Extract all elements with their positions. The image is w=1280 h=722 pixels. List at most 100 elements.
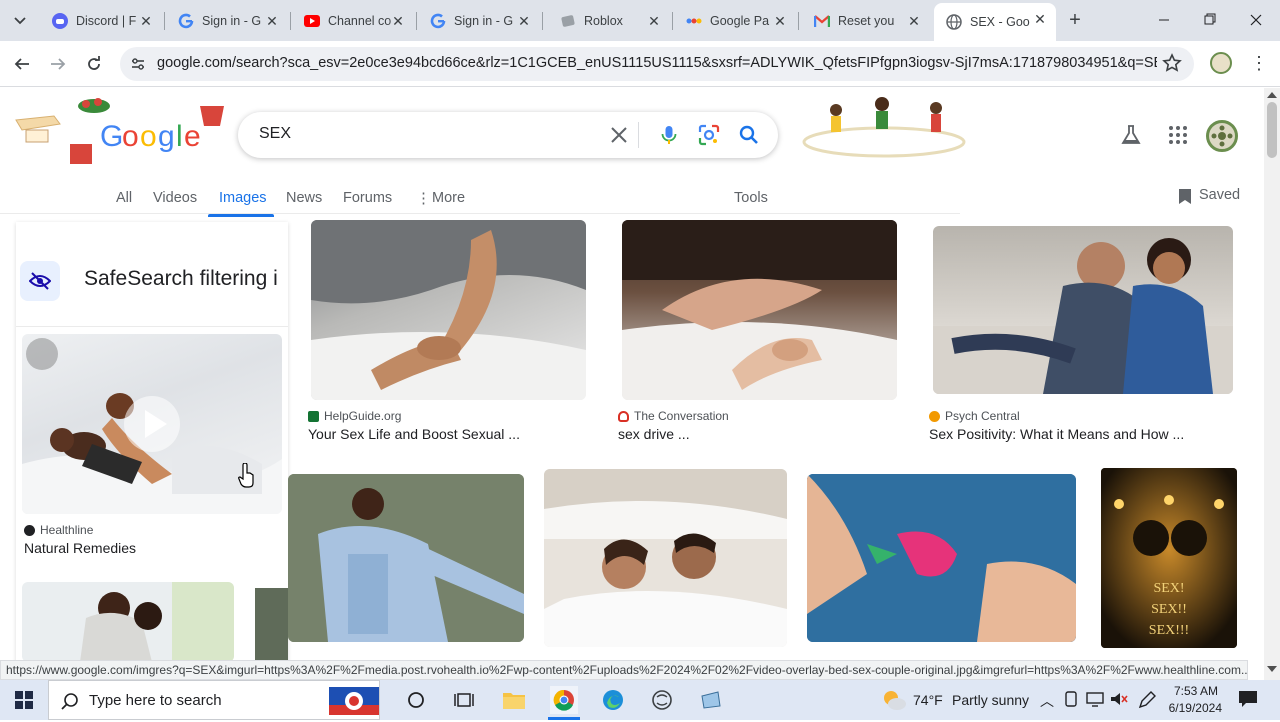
divider <box>638 122 639 148</box>
task-view-icon[interactable] <box>450 686 478 714</box>
weather-icon[interactable] <box>880 686 908 714</box>
tab-images[interactable]: Images <box>219 190 267 206</box>
poster-line: SEX!! <box>1151 602 1187 617</box>
saved-link[interactable]: Saved <box>1199 187 1240 203</box>
result-source-helpguide[interactable]: HelpGuide.org <box>308 409 401 423</box>
result-image-couple-bed[interactable] <box>544 469 787 647</box>
clear-icon[interactable] <box>610 126 628 149</box>
apps-grid-icon[interactable] <box>1168 125 1188 150</box>
tab-discord[interactable]: Discord | F ✕ <box>40 5 162 37</box>
bookmark-star-icon[interactable] <box>1162 53 1182 78</box>
search-highlight-icon[interactable] <box>329 685 379 717</box>
chrome-taskbar-icon[interactable] <box>550 686 578 714</box>
clock-time[interactable]: 7:53 AM <box>1172 684 1218 698</box>
result-source-conversation[interactable]: The Conversation <box>618 409 729 423</box>
close-icon[interactable]: ✕ <box>906 13 922 29</box>
tab-gmail-reset[interactable]: Reset you ✕ <box>802 5 930 37</box>
result-image-poster[interactable]: SEX! SEX!! SEX!!! <box>1101 468 1237 648</box>
result-image-condom[interactable] <box>807 474 1076 642</box>
pen-icon[interactable] <box>1138 691 1156 712</box>
close-icon[interactable]: ✕ <box>772 13 788 29</box>
device-icon[interactable] <box>1064 691 1078 710</box>
search-box[interactable]: SEX <box>238 112 778 158</box>
close-icon[interactable]: ✕ <box>390 13 406 29</box>
close-icon[interactable]: ✕ <box>138 13 154 29</box>
doodle-dancers[interactable] <box>798 92 970 162</box>
app-window-icon[interactable] <box>697 686 725 714</box>
tab-divider <box>164 12 165 30</box>
volume-muted-icon[interactable] <box>1110 691 1128 710</box>
close-icon[interactable]: ✕ <box>264 13 280 29</box>
tab-forums[interactable]: Forums <box>343 190 392 206</box>
address-bar[interactable]: google.com/search?sca_esv=2e0ce3e94bcd66… <box>120 47 1194 81</box>
partial-image[interactable] <box>255 588 288 660</box>
app-circle-icon[interactable] <box>648 686 676 714</box>
tab-sign-in-1[interactable]: Sign in - G ✕ <box>166 5 288 37</box>
close-window-button[interactable] <box>1242 10 1270 30</box>
result-title-conversation[interactable]: sex drive ... <box>618 426 690 442</box>
result-source-psychcentral[interactable]: Psych Central <box>929 409 1020 423</box>
account-avatar[interactable] <box>1206 120 1238 152</box>
svg-text:l: l <box>176 120 183 153</box>
scroll-thumb[interactable] <box>1267 102 1277 158</box>
svg-text:e: e <box>184 120 201 153</box>
reload-button[interactable] <box>79 49 109 79</box>
safesearch-icon[interactable] <box>20 261 60 301</box>
nav-divider <box>0 213 960 214</box>
search-icon[interactable] <box>738 124 760 151</box>
google-lens-icon[interactable] <box>698 124 720 151</box>
close-icon[interactable]: ✕ <box>516 13 532 29</box>
tab-videos[interactable]: Videos <box>153 190 197 206</box>
taskbar-search-box[interactable]: Type here to search <box>48 680 380 720</box>
result-image-psychcentral[interactable] <box>933 226 1233 394</box>
search-query[interactable]: SEX <box>259 125 291 143</box>
scroll-up-icon[interactable] <box>1267 92 1277 98</box>
helpguide-favicon <box>308 410 319 422</box>
tab-google-pay[interactable]: Google Pa ✕ <box>674 5 796 37</box>
tab-news[interactable]: News <box>286 190 322 206</box>
result-title-helpguide[interactable]: Your Sex Life and Boost Sexual ... <box>308 426 520 442</box>
edge-icon[interactable] <box>599 686 627 714</box>
tab-youtube-channel[interactable]: Channel co ✕ <box>292 5 414 37</box>
chevron-up-icon[interactable]: ︿ <box>1040 691 1054 711</box>
profile-avatar[interactable] <box>1210 52 1232 74</box>
weather-desc[interactable]: Partly sunny <box>952 692 1029 708</box>
tab-more[interactable]: More <box>432 190 465 206</box>
windows-start-icon[interactable] <box>10 686 38 714</box>
close-icon[interactable]: ✕ <box>1032 11 1048 27</box>
site-info-icon[interactable] <box>130 56 146 77</box>
result-image-helpguide[interactable] <box>311 220 586 400</box>
close-icon[interactable]: ✕ <box>646 13 662 29</box>
notifications-icon[interactable] <box>1238 690 1258 711</box>
file-explorer-icon[interactable] <box>500 686 528 714</box>
result-title-psychcentral[interactable]: Sex Positivity: What it Means and How ..… <box>929 426 1184 442</box>
clock-date[interactable]: 6/19/2024 <box>1168 701 1222 715</box>
page-scrollbar[interactable] <box>1264 88 1280 680</box>
back-button[interactable] <box>7 49 37 79</box>
browser-menu-icon[interactable]: ⋮ <box>1250 53 1268 74</box>
weather-temp[interactable]: 74°F <box>913 692 943 708</box>
forward-button[interactable] <box>43 49 73 79</box>
safesearch-label[interactable]: SafeSearch filtering i <box>84 267 288 291</box>
result-title-healthline[interactable]: Natural Remedies <box>24 540 136 556</box>
tab-search-button[interactable] <box>8 9 32 33</box>
network-icon[interactable] <box>1086 691 1104 710</box>
result-source-healthline[interactable]: Healthline <box>24 523 93 537</box>
tab-roblox[interactable]: Roblox ✕ <box>548 5 670 37</box>
restore-button[interactable] <box>1196 10 1224 30</box>
new-tab-button[interactable]: + <box>1064 10 1086 32</box>
scroll-down-icon[interactable] <box>1267 666 1277 672</box>
labs-flask-icon[interactable] <box>1120 124 1142 151</box>
mouse-cursor <box>238 462 256 494</box>
tab-all[interactable]: All <box>116 190 132 206</box>
tab-google-search-active[interactable]: SEX - Goo ✕ <box>934 3 1056 41</box>
google-doodle-logo[interactable]: G o o g l e <box>14 94 230 168</box>
microphone-icon[interactable] <box>658 124 680 151</box>
result-image-person-jacket[interactable] <box>288 474 524 642</box>
result-image-conversation[interactable] <box>622 220 897 400</box>
minimize-button[interactable] <box>1150 10 1178 30</box>
result-image-couple[interactable] <box>22 582 234 662</box>
tab-sign-in-2[interactable]: Sign in - G ✕ <box>418 5 540 37</box>
tools-button[interactable]: Tools <box>734 190 768 206</box>
cortana-icon[interactable] <box>402 686 430 714</box>
